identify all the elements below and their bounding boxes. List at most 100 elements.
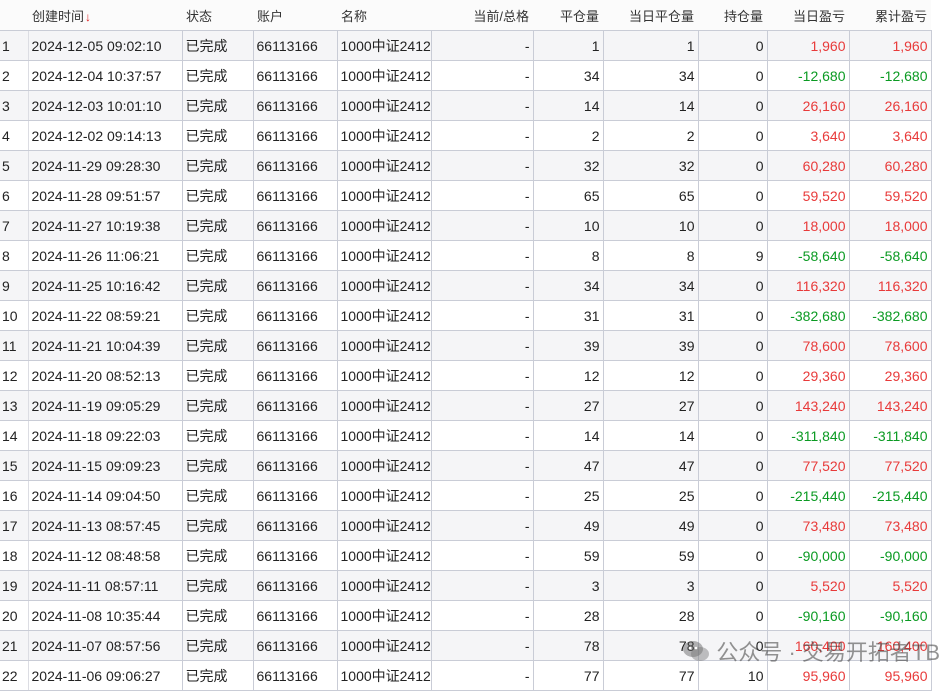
day-pnl-cell: -382,680: [767, 300, 850, 331]
day-close-qty-cell: 25: [603, 480, 699, 511]
grid-cell: -: [431, 630, 534, 661]
create-time-cell: 2024-11-06 09:06:27: [28, 660, 183, 691]
row-index: 12: [0, 360, 29, 391]
name-cell: 1000中证2412: [337, 330, 432, 361]
day-close-qty-cell: 49: [603, 510, 699, 541]
table-row[interactable]: 9 2024-11-25 10:16:42 已完成 66113166 1000中证241…: [0, 270, 932, 301]
position-cell: 0: [698, 150, 768, 181]
account-cell: 66113166: [253, 270, 338, 301]
col-position[interactable]: 持仓量: [698, 0, 767, 31]
grid-cell: -: [431, 60, 534, 91]
col-total-pnl[interactable]: 累计盈亏: [849, 0, 931, 31]
day-pnl-cell: 3,640: [767, 120, 850, 151]
name-cell: 1000中证2412: [337, 120, 432, 151]
create-time-cell: 2024-11-27 10:19:38: [28, 210, 183, 241]
table-row[interactable]: 10 2024-11-22 08:59:21 已完成 66113166 1000中证24…: [0, 300, 932, 331]
table-row[interactable]: 16 2024-11-14 09:04:50 已完成 66113166 1000中证24…: [0, 480, 932, 511]
col-status[interactable]: 状态: [182, 0, 253, 31]
row-index: 10: [0, 300, 29, 331]
table-row[interactable]: 18 2024-11-12 08:48:58 已完成 66113166 1000中证24…: [0, 540, 932, 571]
position-cell: 0: [698, 510, 768, 541]
day-close-qty-cell: 14: [603, 90, 699, 121]
close-qty-cell: 31: [533, 300, 604, 331]
table-row[interactable]: 8 2024-11-26 11:06:21 已完成 66113166 1000中证241…: [0, 240, 932, 271]
total-pnl-cell: 77,520: [849, 450, 932, 481]
col-create-time[interactable]: 创建时间↓: [28, 0, 182, 31]
position-cell: 0: [698, 390, 768, 421]
total-pnl-cell: -311,840: [849, 420, 932, 451]
col-name[interactable]: 名称: [337, 0, 431, 31]
status-cell: 已完成: [182, 90, 254, 121]
close-qty-cell: 34: [533, 60, 604, 91]
close-qty-cell: 1: [533, 30, 604, 61]
day-close-qty-cell: 47: [603, 450, 699, 481]
table-row[interactable]: 15 2024-11-15 09:09:23 已完成 66113166 1000中证24…: [0, 450, 932, 481]
table-row[interactable]: 21 2024-11-07 08:57:56 已完成 66113166 1000中证24…: [0, 630, 932, 661]
grid-cell: -: [431, 450, 534, 481]
account-cell: 66113166: [253, 540, 338, 571]
table-row[interactable]: 2 2024-12-04 10:37:57 已完成 66113166 1000中证241…: [0, 60, 932, 91]
close-qty-cell: 49: [533, 510, 604, 541]
col-grid[interactable]: 当前/总格: [431, 0, 533, 31]
account-cell: 66113166: [253, 360, 338, 391]
row-index: 16: [0, 480, 29, 511]
table-row[interactable]: 12 2024-11-20 08:52:13 已完成 66113166 1000中证24…: [0, 360, 932, 391]
col-close-qty[interactable]: 平仓量: [533, 0, 603, 31]
table-row[interactable]: 17 2024-11-13 08:57:45 已完成 66113166 1000中证24…: [0, 510, 932, 541]
account-cell: 66113166: [253, 150, 338, 181]
create-time-cell: 2024-11-18 09:22:03: [28, 420, 183, 451]
total-pnl-cell: -12,680: [849, 60, 932, 91]
order-table: 创建时间↓ 状态 账户 名称 当前/总格 平仓量 当日平仓量 持仓量 当日盈亏 …: [0, 0, 932, 691]
name-cell: 1000中证2412: [337, 90, 432, 121]
day-pnl-cell: 59,520: [767, 180, 850, 211]
col-index: [0, 0, 28, 31]
table-row[interactable]: 20 2024-11-08 10:35:44 已完成 66113166 1000中证24…: [0, 600, 932, 631]
table-row[interactable]: 13 2024-11-19 09:05:29 已完成 66113166 1000中证24…: [0, 390, 932, 421]
close-qty-cell: 32: [533, 150, 604, 181]
col-day-close-qty[interactable]: 当日平仓量: [603, 0, 698, 31]
grid-cell: -: [431, 270, 534, 301]
total-pnl-cell: -382,680: [849, 300, 932, 331]
day-pnl-cell: 143,240: [767, 390, 850, 421]
create-time-cell: 2024-11-21 10:04:39: [28, 330, 183, 361]
table-header: 创建时间↓ 状态 账户 名称 当前/总格 平仓量 当日平仓量 持仓量 当日盈亏 …: [0, 0, 931, 31]
row-index: 2: [0, 60, 29, 91]
position-cell: 0: [698, 360, 768, 391]
table-row[interactable]: 7 2024-11-27 10:19:38 已完成 66113166 1000中证241…: [0, 210, 932, 241]
grid-cell: -: [431, 210, 534, 241]
account-cell: 66113166: [253, 510, 338, 541]
row-index: 4: [0, 120, 29, 151]
status-cell: 已完成: [182, 150, 254, 181]
grid-cell: -: [431, 120, 534, 151]
account-cell: 66113166: [253, 300, 338, 331]
total-pnl-cell: 18,000: [849, 210, 932, 241]
table-row[interactable]: 11 2024-11-21 10:04:39 已完成 66113166 1000中证24…: [0, 330, 932, 361]
name-cell: 1000中证2412: [337, 390, 432, 421]
table-row[interactable]: 3 2024-12-03 10:01:10 已完成 66113166 1000中证241…: [0, 90, 932, 121]
position-cell: 0: [698, 480, 768, 511]
table-row[interactable]: 1 2024-12-05 09:02:10 已完成 66113166 1000中证241…: [0, 30, 932, 61]
sort-desc-icon: ↓: [85, 9, 92, 24]
table-row[interactable]: 19 2024-11-11 08:57:11 已完成 66113166 1000中证24…: [0, 570, 932, 601]
row-index: 19: [0, 570, 29, 601]
col-account[interactable]: 账户: [253, 0, 337, 31]
table-row[interactable]: 5 2024-11-29 09:28:30 已完成 66113166 1000中证241…: [0, 150, 932, 181]
day-pnl-cell: -12,680: [767, 60, 850, 91]
close-qty-cell: 10: [533, 210, 604, 241]
position-cell: 0: [698, 600, 768, 631]
total-pnl-cell: 95,960: [849, 660, 932, 691]
table-row[interactable]: 4 2024-12-02 09:14:13 已完成 66113166 1000中证241…: [0, 120, 932, 151]
create-time-cell: 2024-12-02 09:14:13: [28, 120, 183, 151]
table-row[interactable]: 14 2024-11-18 09:22:03 已完成 66113166 1000中证24…: [0, 420, 932, 451]
day-close-qty-cell: 39: [603, 330, 699, 361]
table-row[interactable]: 6 2024-11-28 09:51:57 已完成 66113166 1000中证241…: [0, 180, 932, 211]
status-cell: 已完成: [182, 120, 254, 151]
close-qty-cell: 59: [533, 540, 604, 571]
create-time-cell: 2024-11-25 10:16:42: [28, 270, 183, 301]
position-cell: 0: [698, 90, 768, 121]
account-cell: 66113166: [253, 330, 338, 361]
close-qty-cell: 34: [533, 270, 604, 301]
table-row[interactable]: 22 2024-11-06 09:06:27 已完成 66113166 1000中证24…: [0, 660, 932, 691]
col-day-pnl[interactable]: 当日盈亏: [767, 0, 849, 31]
account-cell: 66113166: [253, 240, 338, 271]
